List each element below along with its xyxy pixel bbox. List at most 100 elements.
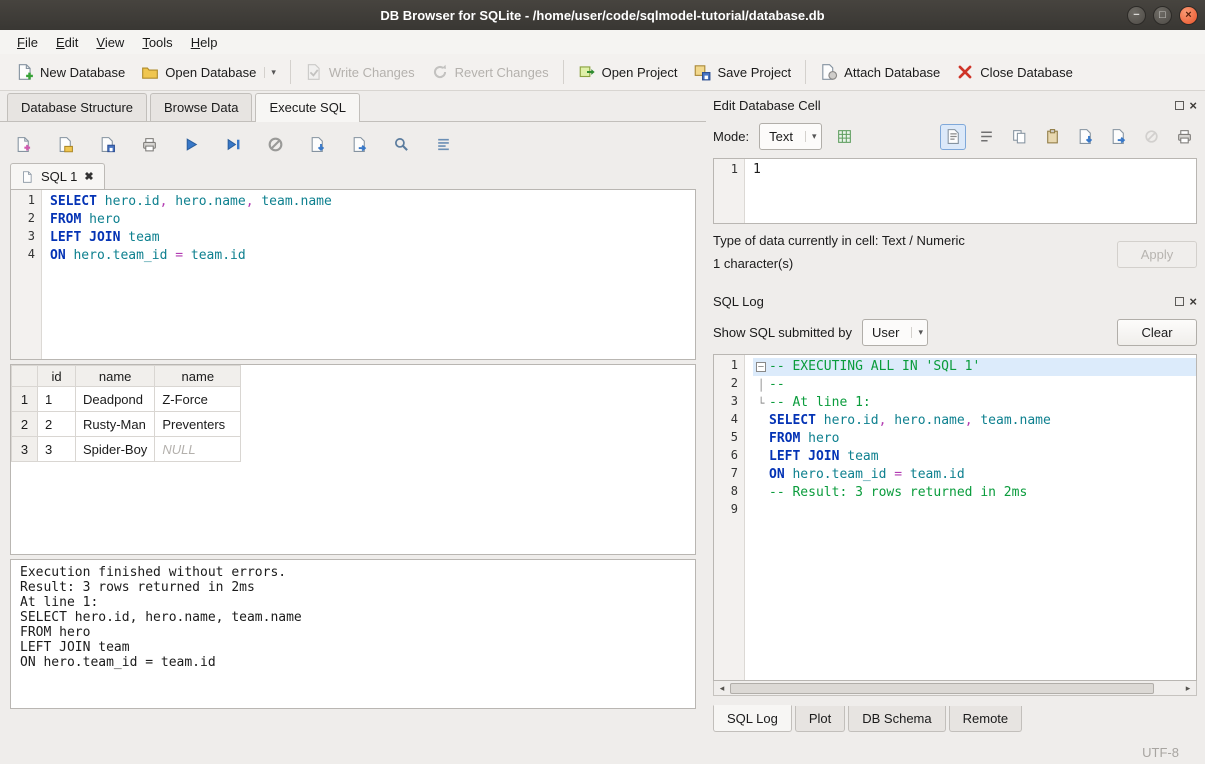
results-row-number[interactable]: 3 [12,437,38,462]
scrollbar-thumb[interactable] [730,683,1154,694]
minimize-button[interactable]: − [1127,6,1146,25]
close-button[interactable]: × [1179,6,1198,25]
results-cell[interactable]: Spider-Boy [76,437,155,462]
import-from-file-icon [836,128,853,145]
sql-doc-tab-close-icon[interactable]: ✖ [84,170,93,183]
maximize-button[interactable]: □ [1153,6,1172,25]
sql-editor[interactable]: 1234 SELECT hero.id, hero.name, team.nam… [10,189,696,360]
float-panel-icon[interactable] [1175,297,1184,306]
results-cell[interactable]: 2 [38,412,76,437]
menubar: File Edit View Tools Help [0,30,1205,54]
toolbar-separator [290,60,291,84]
execute-all-button[interactable] [178,131,204,157]
close-panel-icon[interactable]: × [1189,295,1197,308]
sql-log-filter-caret-icon: ▾ [911,327,923,338]
cell-editor-text[interactable]: 1 [745,159,1196,223]
save-project-button[interactable]: Save Project [685,58,799,86]
attach-database-icon [820,63,838,81]
paste-cell-button[interactable] [1039,124,1065,150]
copy-cell-button[interactable] [1006,124,1032,150]
find-replace-button[interactable] [388,131,414,157]
print-icon [141,136,158,153]
results-cell[interactable]: Deadpond [76,387,155,412]
open-database-button[interactable]: Open Database ▾ [133,58,284,86]
text-mode-button[interactable] [940,124,966,150]
export-cell-data-button[interactable] [1105,124,1131,150]
results-row-number[interactable]: 2 [12,412,38,437]
results-column-header[interactable]: name [155,366,241,387]
titlebar: DB Browser for SQLite - /home/user/code/… [0,0,1205,30]
save-project-label: Save Project [717,65,791,80]
float-panel-icon[interactable] [1175,101,1184,110]
save-sql-file-button[interactable] [94,131,120,157]
results-table: idnamename11DeadpondZ-Force22Rusty-ManPr… [11,365,241,462]
tab-sql-log[interactable]: SQL Log [713,705,792,732]
stop-execution-button[interactable] [262,131,288,157]
sql-editor-toolbar [10,130,696,158]
close-database-button[interactable]: Close Database [948,58,1081,86]
close-panel-icon[interactable]: × [1189,99,1197,112]
scroll-right-icon[interactable]: ▸ [1180,683,1196,694]
statusbar: UTF-8 [0,740,1205,764]
new-database-button[interactable]: New Database [8,58,133,86]
tab-remote[interactable]: Remote [949,706,1023,732]
save-results-button[interactable] [304,131,330,157]
results-column-header[interactable]: name [76,366,155,387]
tab-database-structure[interactable]: Database Structure [7,93,147,121]
attach-database-button[interactable]: Attach Database [812,58,948,86]
execute-all-icon [183,136,200,153]
paste-icon [1044,128,1061,145]
import-from-file-button[interactable] [832,124,858,150]
menu-edit[interactable]: Edit [47,32,87,53]
sql-doc-tab[interactable]: SQL 1 ✖ [10,163,105,189]
results-cell[interactable]: Preventers [155,412,241,437]
cell-value-editor[interactable]: 1 1 [713,158,1197,224]
mode-select[interactable]: Text ▾ [759,123,821,150]
sql-editor-gutter: 1234 [11,190,42,359]
tab-db-schema[interactable]: DB Schema [848,706,945,732]
sql-editor-code[interactable]: SELECT hero.id, hero.name, team.nameFROM… [42,190,695,359]
open-project-button[interactable]: Open Project [570,58,686,86]
tab-execute-sql[interactable]: Execute SQL [255,93,360,122]
save-project-icon [693,63,711,81]
close-database-icon [956,63,974,81]
print-sql-button[interactable] [136,131,162,157]
results-column-header[interactable]: id [38,366,76,387]
mode-label: Mode: [713,129,749,144]
format-sql-button[interactable] [430,131,456,157]
import-cell-data-button[interactable] [1072,124,1098,150]
new-sql-tab-button[interactable] [10,131,36,157]
tab-browse-data[interactable]: Browse Data [150,93,252,121]
right-panel: Edit Database Cell × Mode: Text ▾ [706,91,1205,740]
export-results-button[interactable] [346,131,372,157]
word-wrap-icon [978,128,995,145]
menu-help[interactable]: Help [182,32,227,53]
clear-log-button[interactable]: Clear [1117,319,1197,346]
menu-tools[interactable]: Tools [133,32,181,53]
results-cell[interactable]: Rusty-Man [76,412,155,437]
sql-log-hscrollbar[interactable]: ◂ ▸ [713,681,1197,696]
close-icon: × [1185,10,1191,21]
results-row-number[interactable]: 1 [12,387,38,412]
save-sql-file-icon [99,136,116,153]
open-database-dropdown-icon[interactable]: ▾ [264,67,276,78]
sql-doc-icon [21,170,34,184]
results-cell[interactable]: NULL [155,437,241,462]
open-project-icon [578,63,596,81]
results-cell[interactable]: Z-Force [155,387,241,412]
write-changes-icon [305,63,323,81]
tab-plot[interactable]: Plot [795,706,845,732]
open-sql-file-button[interactable] [52,131,78,157]
menu-file[interactable]: File [8,32,47,53]
results-cell[interactable]: 3 [38,437,76,462]
sql-log-filter-select[interactable]: User ▾ [862,319,928,346]
word-wrap-button[interactable] [973,124,999,150]
results-corner-header[interactable] [12,366,38,387]
edit-cell-dock-controls: × [1175,99,1197,112]
scroll-left-icon[interactable]: ◂ [714,683,730,694]
print-cell-button[interactable] [1171,124,1197,150]
results-cell[interactable]: 1 [38,387,76,412]
left-panel: Database Structure Browse Data Execute S… [0,91,706,740]
menu-view[interactable]: View [87,32,133,53]
execute-current-line-button[interactable] [220,131,246,157]
